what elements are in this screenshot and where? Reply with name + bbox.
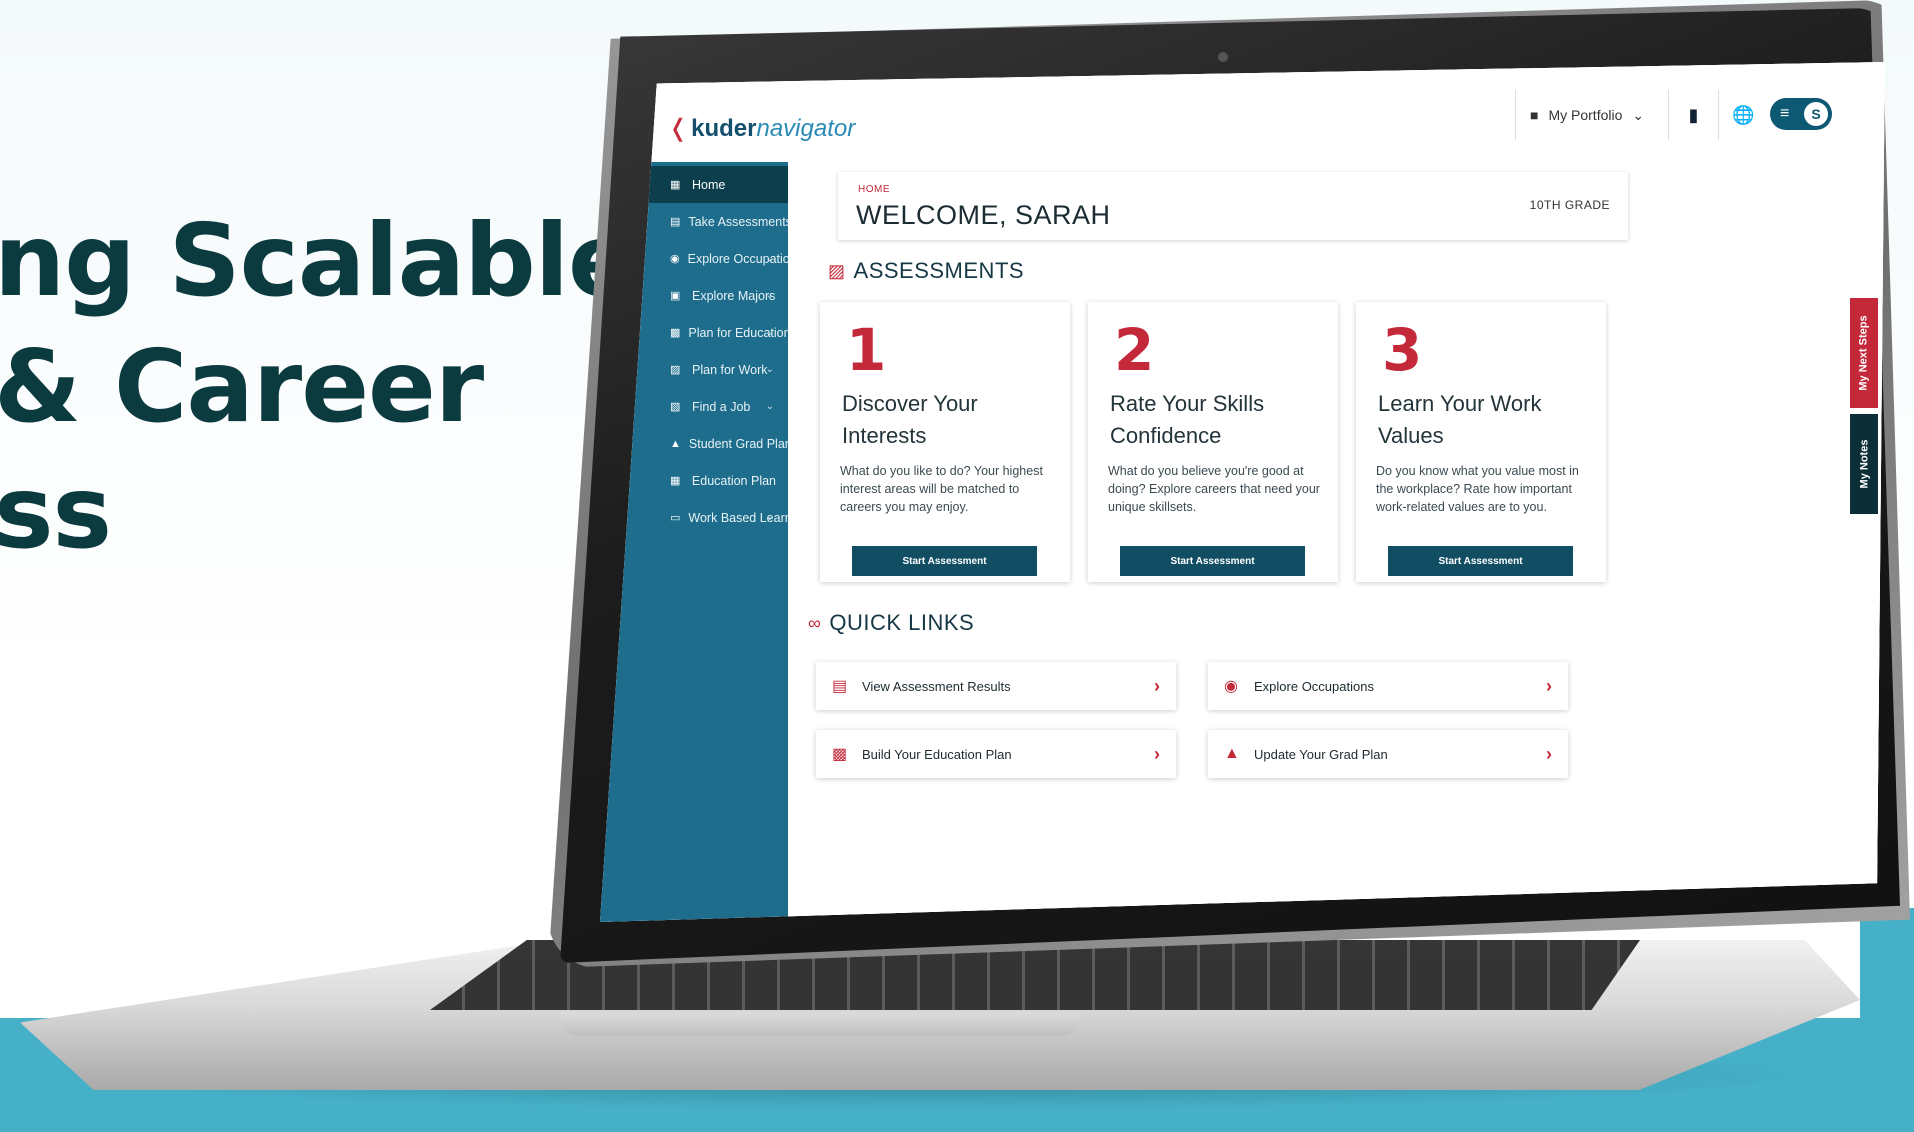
menu-icon: ≡ xyxy=(1780,105,1790,122)
globe-icon[interactable]: 🌐 xyxy=(1718,90,1768,140)
avatar: S xyxy=(1804,102,1828,126)
graduation-cap-icon: ▲ xyxy=(1224,745,1240,762)
section-title-text: ASSESSMENTS xyxy=(853,258,1025,283)
graduation-cap-icon: ▲ xyxy=(670,437,681,450)
section-title-text: QUICK LINKS xyxy=(829,610,975,635)
chevron-down-icon: ⌄ xyxy=(1632,106,1645,123)
teal-band-right xyxy=(1860,908,1914,1132)
page-title: WELCOME, SARAH xyxy=(856,200,1111,230)
folder-icon: ■ xyxy=(1530,107,1539,123)
user-menu-toggle[interactable]: ≡ S xyxy=(1770,98,1832,130)
card-title: Rate Your Skills Confidence xyxy=(1110,391,1265,448)
laptop-screen: ❬ kudernavigator ■ My Portfolio ⌄ ▮ 🌐 ≡ S… xyxy=(600,62,1885,922)
quick-link-label: View Assessment Results xyxy=(862,678,1011,694)
portfolio-label: My Portfolio xyxy=(1548,107,1623,123)
link-icon: ∞ xyxy=(808,612,822,633)
quick-link-label: Build Your Education Plan xyxy=(862,746,1012,762)
dashboard-icon: ▦ xyxy=(670,179,681,191)
quick-links-heading: ∞ QUICK LINKS xyxy=(808,610,974,636)
chevron-down-icon: ⌄ xyxy=(765,401,774,412)
welcome-card: HOME WELCOME, SARAH 10TH GRADE xyxy=(838,172,1628,240)
sidebar-item-label: Education Plan xyxy=(691,473,776,488)
grade-label: 10TH GRADE xyxy=(1529,198,1610,212)
quick-link-view-assessment-results[interactable]: ▤ View Assessment Results › xyxy=(816,662,1176,710)
tab-my-notes[interactable]: My Notes xyxy=(1850,414,1878,514)
assessments-icon: ▤ xyxy=(670,216,681,228)
sidebar-item-label: Explore Majors xyxy=(692,288,776,303)
calculator-icon: ▦ xyxy=(670,475,681,487)
id-badge-icon: ▩ xyxy=(670,327,681,339)
chevron-right-icon: › xyxy=(1154,743,1160,764)
tab-label: My Notes xyxy=(1858,439,1870,489)
sidebar-item-label: Student Grad Plan xyxy=(688,436,792,451)
main-content: HOME WELCOME, SARAH 10TH GRADE ▨ ASSESSM… xyxy=(788,162,1885,922)
step-number: 2 xyxy=(1114,316,1155,384)
assessment-card-skills: 2 Rate Your Skills Confidence What do yo… xyxy=(1088,302,1338,582)
compass-icon: ◉ xyxy=(1224,678,1238,695)
step-number: 1 xyxy=(846,316,887,384)
quick-link-build-education-plan[interactable]: ▩ Build Your Education Plan › xyxy=(816,730,1176,778)
chevron-right-icon: › xyxy=(1154,675,1160,696)
sidebar-item-label: Home xyxy=(692,177,726,192)
tab-label: My Next Steps xyxy=(1858,315,1871,391)
logo-text-bold: kuder xyxy=(691,115,757,142)
start-assessment-button[interactable]: Start Assessment xyxy=(1388,546,1573,576)
chevron-down-icon: ⌄ xyxy=(765,364,774,375)
card-title: Learn Your Work Values xyxy=(1378,391,1542,448)
open-book-icon: ▨ xyxy=(828,260,846,281)
quick-link-label: Explore Occupations xyxy=(1254,678,1374,694)
headline-line-1: ng Scalable xyxy=(0,202,636,319)
notebook-icon: ▭ xyxy=(670,512,681,524)
chevron-down-icon: ⌄ xyxy=(765,290,774,301)
sidebar-item-label: Explore Occupations xyxy=(687,251,803,266)
sidebar-item-label: Take Assessments xyxy=(688,214,792,229)
chevron-right-icon: › xyxy=(1546,743,1552,764)
webcam xyxy=(1218,52,1228,62)
results-icon: ▤ xyxy=(832,678,848,695)
book-icon: ▣ xyxy=(670,290,681,302)
assessment-card-work-values: 3 Learn Your Work Values Do you know wha… xyxy=(1356,302,1606,582)
breadcrumb[interactable]: HOME xyxy=(858,184,890,195)
logo-mark-icon: ❬ xyxy=(668,115,689,142)
id-badge-icon: ▩ xyxy=(832,746,848,763)
kuder-logo[interactable]: ❬ kudernavigator xyxy=(668,114,855,143)
sidebar-item-label: Plan for Work xyxy=(692,362,768,377)
messages-icon[interactable]: ▮ xyxy=(1668,90,1718,140)
tab-my-next-steps[interactable]: My Next Steps xyxy=(1850,298,1878,408)
chevron-down-icon: ⌄ xyxy=(765,327,774,338)
quick-link-update-grad-plan[interactable]: ▲ Update Your Grad Plan › xyxy=(1208,730,1568,778)
headline-line-2: & Career xyxy=(0,328,484,445)
briefcase-icon: ▨ xyxy=(670,364,681,376)
chevron-down-icon: ⌄ xyxy=(765,253,774,264)
compass-icon: ◉ xyxy=(670,253,680,265)
chevron-down-icon: ⌄ xyxy=(765,512,774,523)
logo-text-light: navigator xyxy=(756,115,856,142)
chevron-right-icon: › xyxy=(1546,675,1552,696)
card-title: Discover Your Interests xyxy=(842,391,978,448)
start-assessment-button[interactable]: Start Assessment xyxy=(852,546,1037,576)
assessments-heading: ▨ ASSESSMENTS xyxy=(828,258,1024,284)
app-window: ❬ kudernavigator ■ My Portfolio ⌄ ▮ 🌐 ≡ S… xyxy=(600,62,1885,922)
start-assessment-button[interactable]: Start Assessment xyxy=(1120,546,1305,576)
marketing-headline: ng Scalable & Career ss xyxy=(0,198,636,576)
card-description: Do you know what you value most in the w… xyxy=(1376,464,1579,514)
sidebar-item-label: Find a Job xyxy=(692,399,751,414)
laptop-front-notch xyxy=(560,1012,1080,1036)
quick-link-explore-occupations[interactable]: ◉ Explore Occupations › xyxy=(1208,662,1568,710)
quick-link-label: Update Your Grad Plan xyxy=(1254,746,1388,762)
assessment-card-interests: 1 Discover Your Interests What do you li… xyxy=(820,302,1070,582)
my-portfolio-menu[interactable]: ■ My Portfolio ⌄ xyxy=(1515,90,1658,140)
card-description: What do you like to do? Your highest int… xyxy=(840,464,1043,514)
card-description: What do you believe you're good at doing… xyxy=(1108,464,1320,514)
sidebar-item-label: Plan for Education xyxy=(688,325,791,340)
headline-line-3: ss xyxy=(0,454,112,571)
suitcase-icon: ▧ xyxy=(670,401,681,413)
step-number: 3 xyxy=(1382,316,1423,384)
